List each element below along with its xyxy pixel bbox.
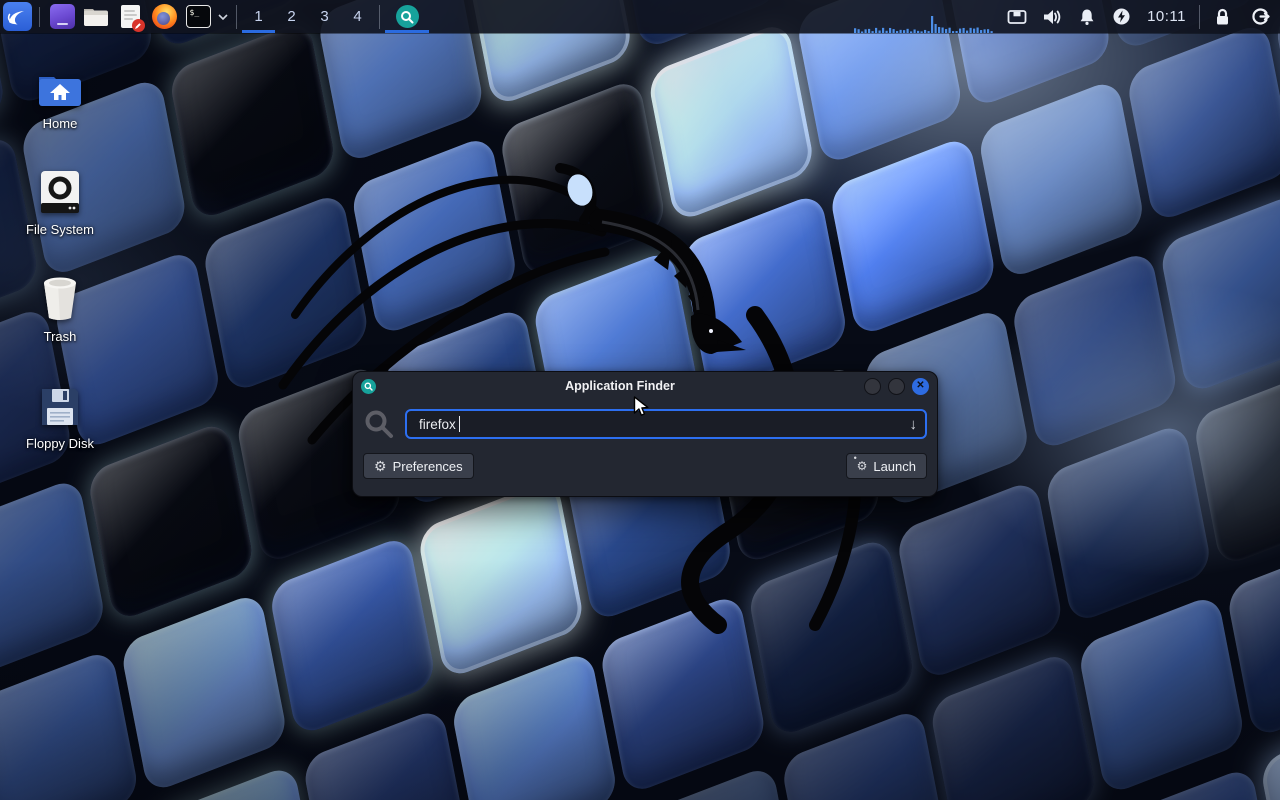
lock-screen-button[interactable] [1205, 0, 1240, 33]
power-tray-button[interactable] [1104, 0, 1139, 33]
dropdown-arrow-icon[interactable]: ↓ [910, 416, 918, 433]
clock[interactable]: 10:11 [1139, 0, 1194, 33]
edit-badge-icon [132, 19, 145, 32]
launcher-terminal[interactable]: $_ [181, 0, 215, 33]
workspace-3[interactable]: 3 [308, 0, 341, 33]
text-caret [459, 416, 460, 432]
kali-desktop: Home File System [0, 0, 1280, 800]
workspace-1[interactable]: 1 [242, 0, 275, 33]
launch-button[interactable]: ⚙ Launch [846, 453, 927, 479]
preferences-button[interactable]: ⚙ Preferences [363, 453, 474, 479]
top-panel: $_ 1 2 3 4 [0, 0, 1280, 33]
desktop-icon-label: Trash [44, 329, 77, 344]
applications-menu-button[interactable] [0, 0, 34, 33]
search-icon [363, 408, 395, 440]
notifications-bell-icon [1078, 8, 1096, 26]
desktop-icon-trash[interactable]: Trash [0, 271, 120, 344]
desktop-icon-filesystem[interactable]: File System [0, 164, 120, 237]
terminal-icon: $_ [186, 5, 211, 28]
launcher-window-app[interactable] [45, 0, 79, 33]
home-icon [37, 58, 83, 108]
application-finder-window: Application Finder ✕ firefox ↓ [352, 371, 938, 497]
trash-icon [39, 271, 81, 321]
minimize-button[interactable] [864, 378, 881, 395]
notifications-tray-button[interactable] [1069, 0, 1104, 33]
workspace-switcher: 1 2 3 4 [242, 0, 374, 33]
floppy-disk-icon [39, 378, 81, 428]
application-finder-icon [396, 5, 419, 28]
desktop-icon-home[interactable]: Home [0, 58, 120, 131]
firefox-icon [152, 4, 177, 29]
launch-button-label: Launch [873, 459, 916, 474]
preferences-button-label: Preferences [393, 459, 463, 474]
workspace-4[interactable]: 4 [341, 0, 374, 33]
chevron-down-icon [218, 14, 228, 20]
logout-button[interactable] [1240, 0, 1280, 33]
desktop-icon-label: Home [43, 116, 78, 131]
desktop-icon-floppy[interactable]: Floppy Disk [0, 378, 120, 451]
titlebar[interactable]: Application Finder ✕ [353, 372, 937, 400]
search-input-value: firefox [419, 417, 456, 432]
search-input[interactable]: firefox ↓ [405, 409, 927, 439]
launcher-text-editor[interactable] [113, 0, 147, 33]
launcher-firefox[interactable] [147, 0, 181, 33]
network-tray-button[interactable] [999, 0, 1034, 33]
panel-separator [39, 7, 40, 27]
lock-icon [1214, 8, 1231, 26]
filesystem-icon [39, 164, 81, 214]
taskbar-application-finder[interactable] [385, 0, 429, 33]
panel-separator [236, 5, 237, 29]
close-button[interactable]: ✕ [912, 378, 929, 395]
application-finder-icon [361, 379, 376, 394]
kali-menu-icon [3, 2, 32, 31]
panel-separator [379, 5, 380, 29]
maximize-button[interactable] [888, 378, 905, 395]
cpu-graph[interactable] [853, 13, 993, 33]
run-gear-icon: ⚙ [857, 460, 868, 472]
workspace-2[interactable]: 2 [275, 0, 308, 33]
gear-icon: ⚙ [374, 459, 387, 473]
volume-tray-button[interactable] [1034, 0, 1069, 33]
power-manager-icon [1112, 7, 1131, 26]
network-icon [1007, 9, 1027, 25]
file-manager-icon [83, 6, 109, 27]
launcher-file-manager[interactable] [79, 0, 113, 33]
panel-separator [1199, 5, 1200, 29]
desktop-icon-label: File System [26, 222, 94, 237]
text-editor-icon [121, 5, 140, 28]
window-title: Application Finder [376, 379, 864, 393]
volume-icon [1042, 8, 1062, 26]
window-app-icon [50, 4, 75, 29]
desktop-icon-label: Floppy Disk [26, 436, 94, 451]
launcher-dropdown-button[interactable] [215, 0, 231, 33]
logout-icon [1251, 7, 1270, 26]
